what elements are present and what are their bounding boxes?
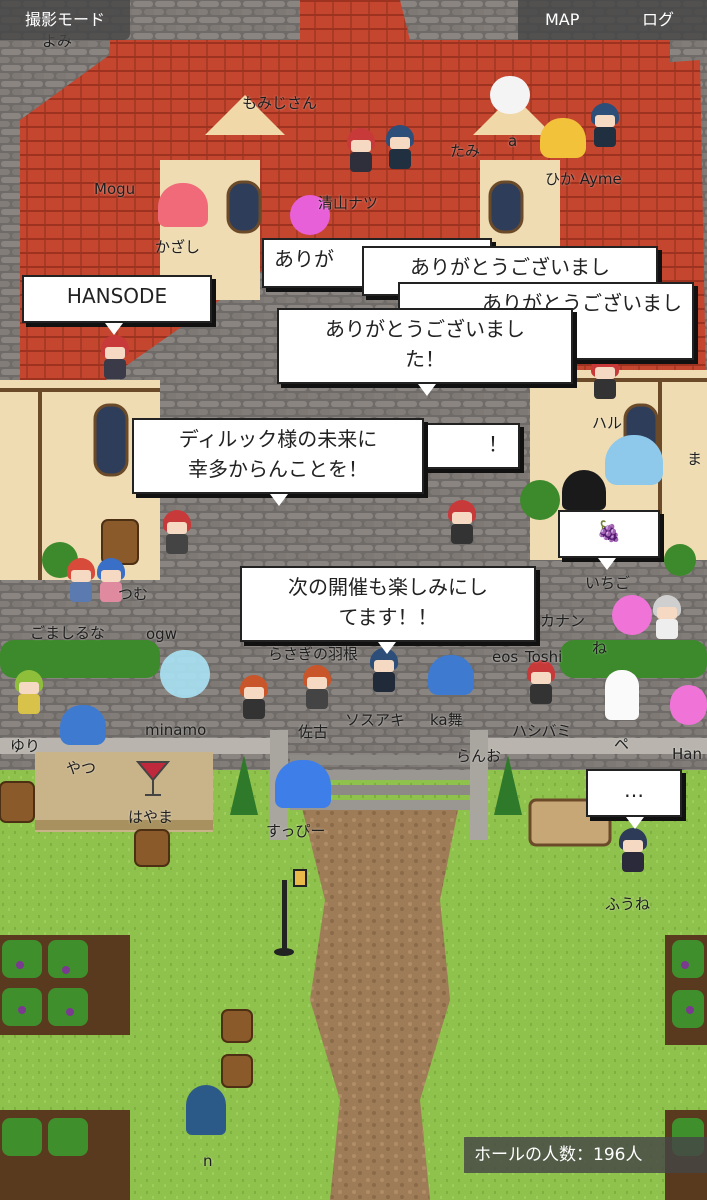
player-name: らんお [456, 747, 502, 765]
player-name: ね [592, 639, 608, 657]
bubble-text: ありがとうございまし [325, 317, 525, 341]
player-name: ka舞 [430, 711, 463, 729]
avatar[interactable] [383, 125, 417, 169]
player-name: つむ [118, 585, 149, 603]
bubble-text: ありがとうございまし [410, 255, 610, 279]
game-map[interactable]: よみ もみじさん Mogu たみ a ひか Ayme かざし 清山ナツ ハル ま… [0, 0, 707, 1200]
top-right-menu: MAP ログ [518, 0, 707, 40]
hall-population-counter: ホールの人数：196人 [464, 1137, 707, 1173]
bubble-text: 次の開催も楽しみにし [288, 575, 488, 599]
player-name: a [508, 132, 518, 150]
speech-bubble-dots: … [586, 769, 682, 817]
player-name: minamo [145, 721, 207, 739]
bubble-tail [418, 384, 436, 396]
player-name: やつ [66, 759, 97, 777]
player-name: ペ [614, 735, 630, 753]
avatar[interactable] [98, 335, 132, 379]
player-name: ふうね [605, 895, 651, 913]
player-name: ごましるな [30, 624, 106, 642]
player-name: はやま [128, 808, 174, 826]
avatar[interactable] [64, 558, 98, 602]
avatar[interactable] [588, 103, 622, 147]
player-name: かざし [155, 238, 201, 256]
player-name: カナン [540, 612, 586, 630]
grape-icon: 🍇 [596, 519, 622, 543]
hooded-creature-icon [562, 470, 606, 510]
bubble-tail [378, 642, 396, 654]
player-name: 清山ナツ [318, 194, 379, 212]
speech-bubble-grape: 🍇 [558, 510, 660, 558]
slime-creature-icon [60, 705, 106, 745]
hall-count-text: ホールの人数：196人 [474, 1145, 643, 1165]
bubble-text: … [624, 778, 644, 802]
player-name: たみ [450, 142, 481, 160]
speech-bubble-next-event: 次の開催も楽しみにし てます！！ [240, 566, 536, 642]
avatar[interactable] [445, 500, 479, 544]
octopus-creature-icon [275, 760, 331, 808]
player-name: もみじさん [242, 94, 318, 112]
slime-creature-icon [490, 76, 530, 114]
avatar[interactable] [650, 595, 684, 639]
player-name: ソスアキ [345, 711, 406, 729]
bubble-tail [105, 323, 123, 335]
avatar[interactable] [160, 510, 194, 554]
photo-mode-label: 撮影モード [24, 10, 105, 29]
log-button[interactable]: ログ [642, 0, 674, 40]
player-name: Toshi [525, 648, 563, 666]
bubble-text: ありが [274, 247, 334, 271]
player-name: n [203, 1152, 213, 1170]
ghost-creature-icon [605, 670, 639, 720]
hooded-creature-icon [186, 1085, 226, 1135]
slime-creature-icon [605, 435, 663, 485]
player-name: すっぴー [266, 822, 326, 840]
player-name: eos [492, 648, 519, 666]
player-name: ひか Ayme [545, 170, 622, 188]
player-name: 佐古 [298, 723, 329, 741]
player-name: らさぎの羽根 [268, 645, 359, 663]
speech-bubble-arigato: ありがとうございまし た！ [277, 308, 573, 384]
player-name: ゆり [10, 737, 41, 755]
bubble-tail [270, 494, 288, 506]
player-name: Mogu [94, 180, 136, 198]
player-name: ま [687, 450, 703, 468]
bubble-text: てます！！ [338, 605, 438, 629]
bubble-text: ！ [488, 432, 508, 456]
slime-creature-icon [612, 595, 652, 635]
ghost-creature-icon [158, 183, 208, 227]
map-button[interactable]: MAP [545, 0, 579, 40]
player-name: Han [672, 745, 702, 763]
avatar[interactable] [616, 828, 650, 872]
avatar[interactable] [588, 355, 622, 399]
bubble-text: た！ [405, 347, 445, 371]
bubble-tail [626, 817, 644, 829]
speech-bubble-hansode: HANSODE [22, 275, 212, 323]
avatar[interactable] [344, 128, 378, 172]
player-name: ハシバミ [512, 722, 572, 740]
slime-creature-icon [670, 685, 707, 725]
avatar[interactable] [300, 665, 334, 709]
slime-creature-icon [428, 655, 474, 695]
player-name: ogw [146, 625, 177, 643]
slime-creature-icon [160, 650, 210, 698]
avatar[interactable] [12, 670, 46, 714]
bubble-text: HANSODE [66, 284, 168, 308]
avatar[interactable] [237, 675, 271, 719]
slime-creature-icon [540, 118, 586, 158]
player-name: ハル [592, 414, 623, 432]
photo-mode-button[interactable]: 撮影モード [0, 0, 130, 40]
bubble-tail [598, 558, 616, 570]
player-name: いちご [585, 574, 631, 592]
avatar[interactable] [524, 660, 558, 704]
avatar[interactable] [367, 648, 401, 692]
